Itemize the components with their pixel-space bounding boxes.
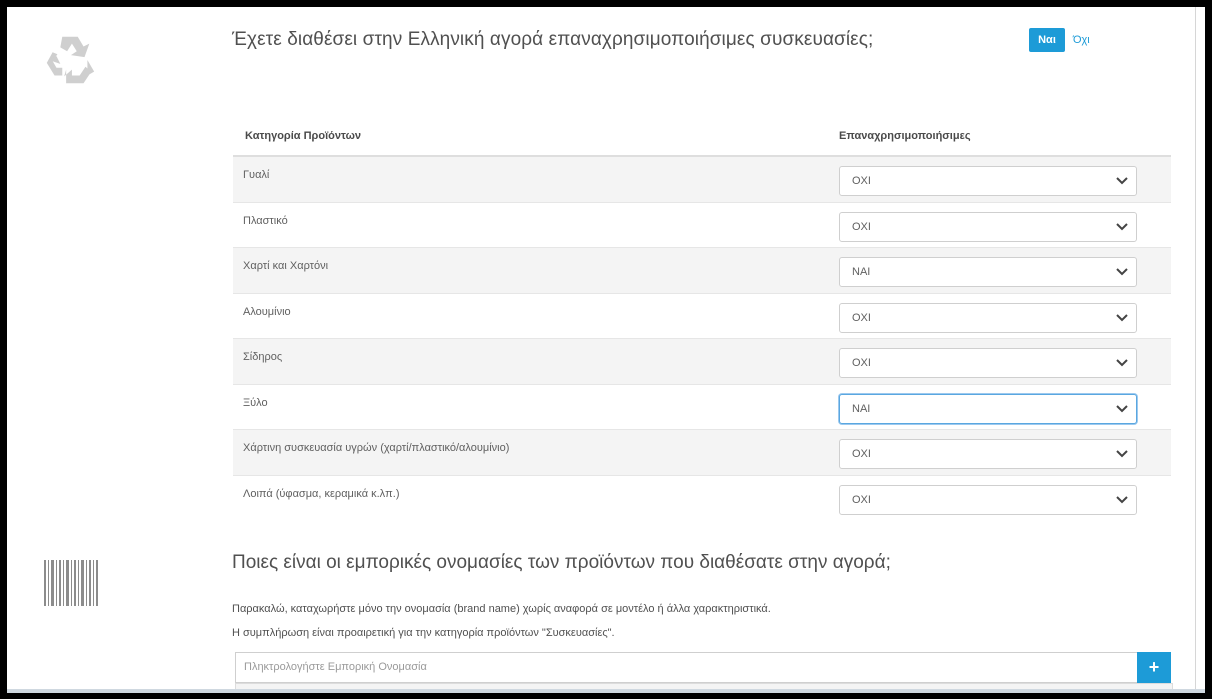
- column-header-reusable: Επαναχρησιμοποιήσιμες: [839, 130, 971, 142]
- chevron-down-icon: [1116, 359, 1128, 367]
- barcode-icon: [44, 560, 98, 606]
- reusable-select[interactable]: ΝΑΙ: [839, 393, 1137, 424]
- table-row: Γυαλί ΟΧΙ: [233, 157, 1171, 203]
- row-label: Αλουμίνιο: [243, 305, 291, 318]
- chevron-down-icon: [1116, 404, 1128, 412]
- yes-button[interactable]: Ναι: [1029, 28, 1065, 52]
- brand-name-input[interactable]: Πληκτρολογήστε Εμπορική Ονομασία: [235, 652, 1137, 683]
- add-brand-button[interactable]: +: [1137, 652, 1171, 683]
- reusable-select[interactable]: ΝΑΙ: [839, 257, 1137, 287]
- select-value: ΟΧΙ: [852, 175, 871, 187]
- reusable-select[interactable]: ΟΧΙ: [839, 348, 1137, 378]
- select-value: ΟΧΙ: [852, 220, 871, 233]
- table-row: Αλουμίνιο ΟΧΙ: [233, 294, 1171, 339]
- table-row: Ξύλο ΝΑΙ: [233, 385, 1171, 430]
- row-label: Σίδηρος: [243, 351, 283, 363]
- bottom-strip: [7, 689, 1205, 693]
- row-label: Ξύλο: [243, 396, 268, 409]
- category-table: Γυαλί ΟΧΙ Πλαστικό ΟΧΙ Χαρτί και Χαρτόνι…: [233, 155, 1171, 521]
- row-label: Πλαστικό: [243, 214, 288, 227]
- select-value: ΟΧΙ: [852, 448, 871, 460]
- table-row: Πλαστικό ΟΧΙ: [233, 203, 1171, 248]
- table-row: Λοιπά (ύφασμα, κεραμικά κ.λπ.) ΟΧΙ: [233, 476, 1171, 522]
- select-value: ΝΑΙ: [852, 402, 871, 415]
- chevron-down-icon: [1116, 268, 1128, 276]
- select-value: ΟΧΙ: [852, 493, 871, 506]
- recycle-icon: [46, 36, 95, 84]
- table-row: Χαρτί και Χαρτόνι ΝΑΙ: [233, 248, 1171, 294]
- chevron-down-icon: [1116, 177, 1128, 185]
- chevron-down-icon: [1116, 313, 1128, 321]
- table-row: Σίδηρος ΟΧΙ: [233, 339, 1171, 385]
- panel-divider: [1195, 7, 1196, 693]
- select-value: ΟΧΙ: [852, 311, 871, 324]
- reusable-question: Έχετε διαθέσει στην Ελληνική αγορά επανα…: [232, 29, 874, 50]
- brand-names-question: Ποιες είναι οι εμπορικές ονομασίες των π…: [232, 552, 891, 573]
- row-label: Γυαλί: [243, 169, 270, 181]
- select-value: ΟΧΙ: [852, 357, 871, 369]
- reusable-select[interactable]: ΟΧΙ: [839, 302, 1137, 333]
- chevron-down-icon: [1116, 495, 1128, 503]
- brand-help-text: Παρακαλώ, καταχωρήστε μόνο την ονομασία …: [232, 603, 771, 615]
- optional-note: Η συμπλήρωση είναι προαιρετική για την κ…: [232, 627, 615, 639]
- no-button[interactable]: Όχι: [1073, 34, 1090, 46]
- reusable-select[interactable]: ΟΧΙ: [839, 484, 1137, 515]
- yes-no-toggle: Ναι Όχι: [1029, 28, 1090, 52]
- row-label: Λοιπά (ύφασμα, κεραμικά κ.λπ.): [243, 487, 400, 500]
- reusable-select[interactable]: ΟΧΙ: [839, 439, 1137, 469]
- row-label: Χαρτί και Χαρτόνι: [243, 260, 329, 272]
- reusable-select[interactable]: ΟΧΙ: [839, 211, 1137, 242]
- reusable-select[interactable]: ΟΧΙ: [839, 166, 1137, 196]
- column-header-category: Κατηγορία Προϊόντων: [245, 130, 361, 142]
- row-label: Χάρτινη συσκευασία υγρών (χαρτί/πλαστικό…: [243, 442, 510, 454]
- page-frame: Έχετε διαθέσει στην Ελληνική αγορά επανα…: [0, 0, 1212, 699]
- chevron-down-icon: [1116, 450, 1128, 458]
- chevron-down-icon: [1116, 222, 1128, 230]
- select-value: ΝΑΙ: [852, 266, 871, 278]
- table-row: Χάρτινη συσκευασία υγρών (χαρτί/πλαστικό…: [233, 430, 1171, 476]
